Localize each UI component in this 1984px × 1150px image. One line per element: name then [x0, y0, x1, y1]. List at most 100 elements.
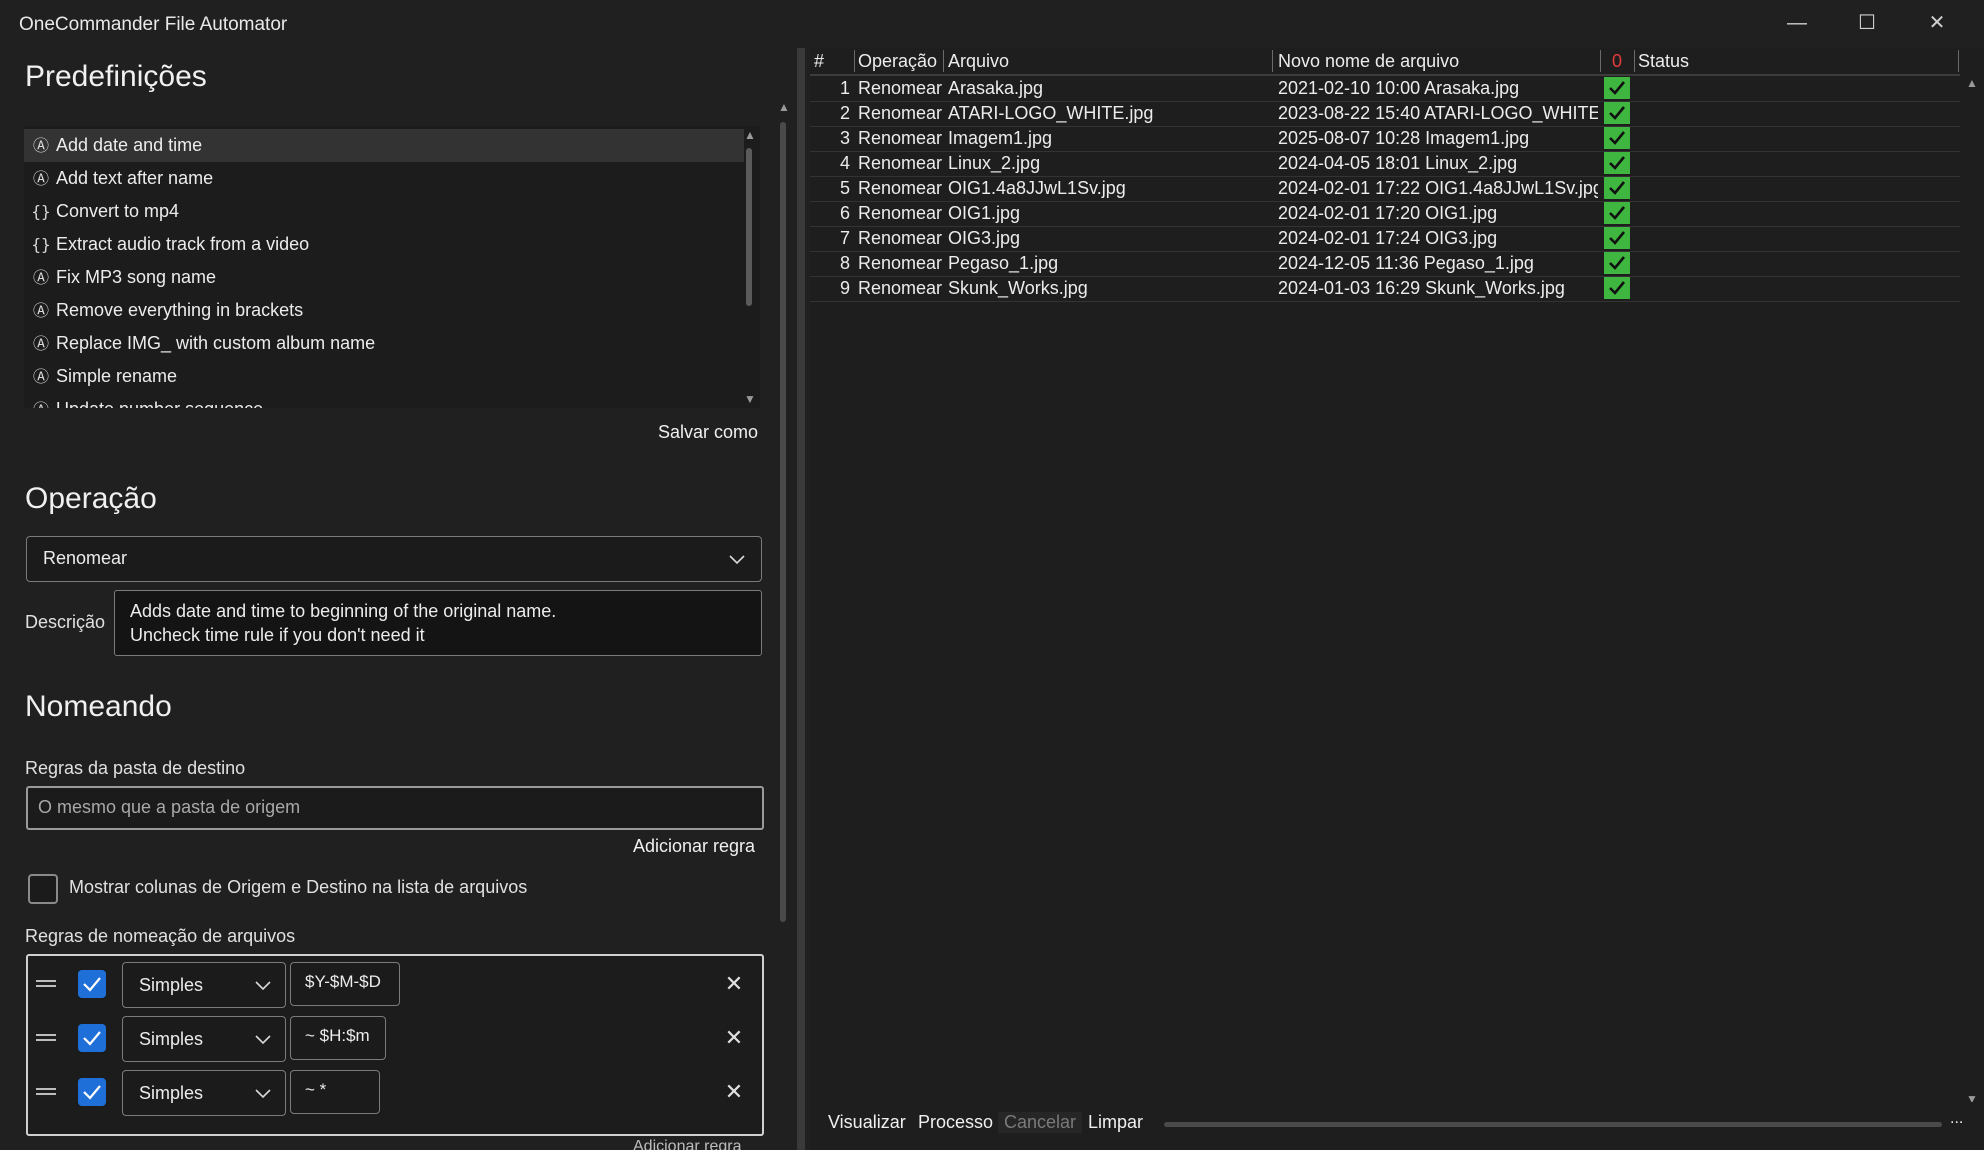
rule-checkbox[interactable]: [78, 1078, 106, 1106]
remove-rule-icon[interactable]: ✕: [724, 1027, 744, 1049]
table-row[interactable]: 2 Renomear ATARI-LOGO_WHITE.jpg 2023-08-…: [810, 101, 1960, 127]
rule-type-select[interactable]: Simples: [122, 1016, 286, 1062]
minimize-button[interactable]: —: [1772, 8, 1822, 38]
rule-type-select[interactable]: Simples: [122, 1070, 286, 1116]
add-dest-rule-button[interactable]: Adicionar regra: [633, 836, 755, 857]
operation-select[interactable]: Renomear: [26, 536, 762, 582]
text-icon: Ⓐ: [32, 169, 49, 188]
remove-rule-icon[interactable]: ✕: [724, 1081, 744, 1103]
ok-status: [1604, 77, 1630, 99]
maximize-button[interactable]: ☐: [1842, 8, 1892, 38]
clear-button[interactable]: Limpar: [1088, 1112, 1143, 1133]
scroll-thumb[interactable]: [746, 148, 752, 306]
rule-type-select[interactable]: Simples: [122, 962, 286, 1008]
col-header-status[interactable]: Status: [1638, 51, 1689, 72]
preset-item[interactable]: Ⓐ Simple rename: [24, 360, 744, 393]
check-icon: [83, 1085, 101, 1100]
chevron-down-icon: [255, 981, 271, 991]
rule-checkbox[interactable]: [78, 970, 106, 998]
description-box: Adds date and time to beginning of the o…: [114, 590, 762, 656]
preset-item[interactable]: Ⓐ Remove everything in brackets: [24, 294, 744, 327]
scroll-up-icon[interactable]: ▲: [744, 128, 756, 142]
grid-header: # Operação Arquivo Novo nome de arquivo …: [810, 48, 1960, 76]
cell-file: OIG3.jpg: [948, 228, 1021, 248]
col-header-errors[interactable]: 0: [1612, 51, 1622, 72]
save-as-button[interactable]: Salvar como: [658, 422, 758, 443]
col-header-operation[interactable]: Operação: [858, 51, 937, 72]
ok-status: [1604, 152, 1630, 174]
cancel-button[interactable]: Cancelar: [998, 1112, 1083, 1133]
table-row[interactable]: 7 Renomear OIG3.jpg 2024-02-01 17:24 OIG…: [810, 226, 1960, 252]
progress-bar: [1164, 1122, 1942, 1127]
preset-item[interactable]: Ⓐ Add text after name: [24, 162, 744, 195]
cell-operation: Renomear: [858, 228, 943, 248]
check-icon: [1609, 231, 1626, 245]
process-button[interactable]: Processo: [918, 1112, 993, 1133]
table-row[interactable]: 6 Renomear OIG1.jpg 2024-02-01 17:20 OIG…: [810, 201, 1960, 227]
preset-item[interactable]: Ⓐ Replace IMG_ with custom album name: [24, 327, 744, 360]
table-row[interactable]: 5 Renomear OIG1.4a8JJwL1Sv.jpg 2024-02-0…: [810, 176, 1960, 202]
cell-operation: Renomear: [858, 153, 943, 173]
text-icon: Ⓐ: [32, 136, 49, 155]
cell-num: 2: [839, 103, 850, 123]
presets-scrollbar[interactable]: ▲ ▼: [744, 128, 756, 406]
drag-handle-icon[interactable]: [36, 978, 56, 988]
preset-item[interactable]: {} Convert to mp4: [24, 195, 744, 228]
preset-item[interactable]: Ⓐ Update number sequence: [24, 393, 744, 408]
file-rules-list: Simples $Y-$M-$D ✕ Simples ~ $H:$m ✕ Sim…: [26, 954, 764, 1136]
preset-item[interactable]: Ⓐ Add date and time: [24, 129, 744, 162]
preset-item[interactable]: Ⓐ Fix MP3 song name: [24, 261, 744, 294]
action-bar: Visualizar Processo Cancelar Limpar ...: [810, 1102, 1984, 1150]
add-file-rule-button[interactable]: Adicionar regra: [633, 1138, 742, 1150]
ok-status: [1604, 177, 1630, 199]
rule-value-input[interactable]: ~ *: [290, 1070, 380, 1114]
col-header-new-name[interactable]: Novo nome de arquivo: [1278, 51, 1459, 72]
cell-new-name: 2024-01-03 16:29 Skunk_Works.jpg: [1278, 278, 1565, 298]
preset-item[interactable]: {} Extract audio track from a video: [24, 228, 744, 261]
show-columns-checkbox[interactable]: [28, 874, 58, 904]
table-row[interactable]: 9 Renomear Skunk_Works.jpg 2024-01-03 16…: [810, 276, 1960, 302]
cell-num: 3: [839, 128, 850, 148]
ok-status: [1604, 277, 1630, 299]
presets-list[interactable]: Ⓐ Add date and time Ⓐ Add text after name …: [24, 126, 760, 408]
cell-new-name: 2025-08-07 10:28 Imagem1.jpg: [1278, 128, 1530, 148]
drag-handle-icon[interactable]: [36, 1032, 56, 1042]
text-icon: Ⓐ: [32, 301, 49, 320]
text-icon: Ⓐ: [32, 334, 49, 353]
rule-value-input[interactable]: ~ $H:$m: [290, 1016, 386, 1060]
description-label: Descrição: [25, 612, 106, 632]
ok-status: [1604, 102, 1630, 124]
cell-file: Linux_2.jpg: [948, 153, 1041, 173]
show-columns-label: Mostrar colunas de Origem e Destino na l…: [69, 877, 528, 897]
rule-type-value: Simples: [139, 1029, 204, 1049]
naming-heading: Nomeando: [25, 690, 172, 723]
scroll-thumb[interactable]: [780, 122, 786, 922]
close-icon: ✕: [1928, 12, 1946, 34]
table-row[interactable]: 1 Renomear Arasaka.jpg 2021-02-10 10:00 …: [810, 76, 1960, 102]
grid-scrollbar[interactable]: ▲ ▼: [1960, 72, 1984, 1112]
close-button[interactable]: ✕: [1912, 8, 1962, 38]
scroll-up-icon[interactable]: ▲: [1966, 76, 1978, 90]
rule-value-input[interactable]: $Y-$M-$D: [290, 962, 400, 1006]
table-row[interactable]: 8 Renomear Pegaso_1.jpg 2024-12-05 11:36…: [810, 251, 1960, 277]
col-header-num[interactable]: #: [814, 51, 824, 72]
remove-rule-icon[interactable]: ✕: [724, 973, 744, 995]
scroll-up-icon[interactable]: ▲: [778, 100, 790, 114]
dest-rules-label: Regras da pasta de destino: [25, 758, 246, 778]
settings-scrollbar[interactable]: ▲ ▼: [776, 98, 790, 1150]
col-header-file[interactable]: Arquivo: [948, 51, 1009, 72]
drag-handle-icon[interactable]: [36, 1086, 56, 1096]
minimize-icon: —: [1787, 12, 1807, 34]
preset-label: Remove everything in brackets: [56, 300, 304, 320]
table-row[interactable]: 3 Renomear Imagem1.jpg 2025-08-07 10:28 …: [810, 126, 1960, 152]
preview-button[interactable]: Visualizar: [828, 1112, 906, 1133]
table-row[interactable]: 4 Renomear Linux_2.jpg 2024-04-05 18:01 …: [810, 151, 1960, 177]
scroll-down-icon[interactable]: ▼: [744, 392, 756, 406]
cell-operation: Renomear: [858, 278, 943, 298]
rule-checkbox[interactable]: [78, 1024, 106, 1052]
cell-new-name: 2024-12-05 11:36 Pegaso_1.jpg: [1278, 253, 1534, 273]
cell-num: 1: [839, 78, 850, 98]
dest-folder-input[interactable]: O mesmo que a pasta de origem: [26, 786, 764, 830]
panel-splitter[interactable]: [790, 48, 810, 1150]
more-button[interactable]: ...: [1950, 1110, 1963, 1128]
